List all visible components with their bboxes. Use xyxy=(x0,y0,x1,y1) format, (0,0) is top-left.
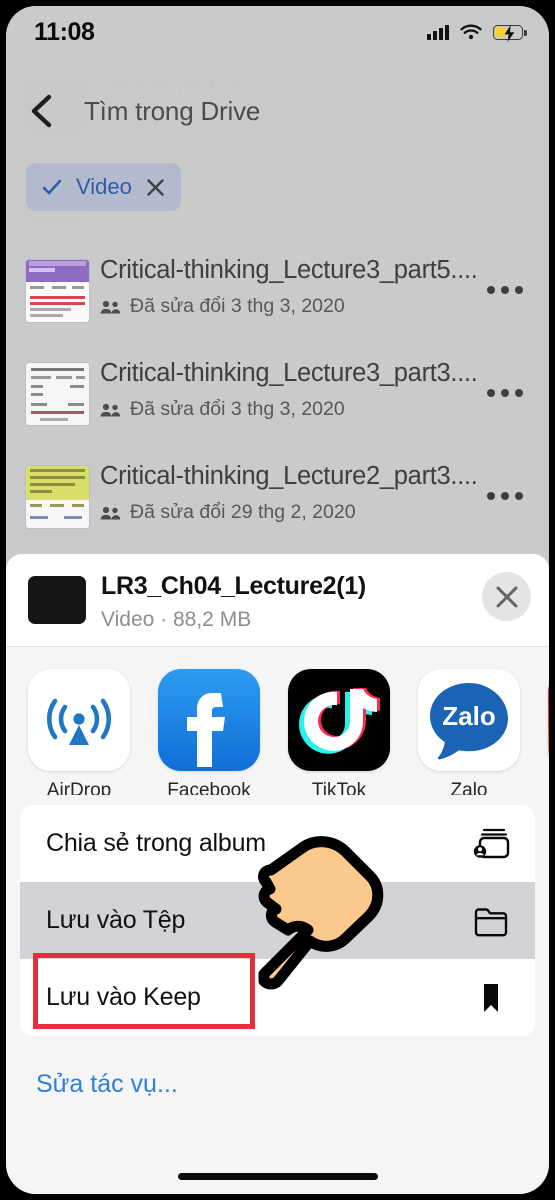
status-bar: 11:08 xyxy=(6,6,549,58)
share-target-label: In xyxy=(548,780,549,795)
share-target-label: Facebook xyxy=(167,780,251,795)
filter-chip-video[interactable]: Video xyxy=(26,163,181,211)
folder-icon xyxy=(471,904,511,938)
svg-text:Zalo: Zalo xyxy=(442,701,495,731)
file-title: Critical-thinking_Lecture3_part5.... xyxy=(100,256,478,284)
close-x-icon[interactable] xyxy=(146,178,165,197)
shared-album-icon xyxy=(471,827,511,861)
file-subtitle: Đã sửa đổi 3 thg 3, 2020 xyxy=(130,295,345,317)
battery-charging-icon xyxy=(493,24,527,42)
home-indicator xyxy=(177,1173,378,1180)
share-sheet-header: LR3_Ch04_Lecture2(1) Video · 88,2 MB xyxy=(6,554,549,646)
file-row[interactable]: Critical-thinking_Lecture3_part3.... Đã … xyxy=(6,341,549,444)
share-target-instagram[interactable]: In xyxy=(548,669,549,795)
action-luu-vao-keep[interactable]: Lưu vào Keep xyxy=(20,959,535,1036)
shared-file-meta: Video · 88,2 MB xyxy=(101,608,252,631)
zalo-icon: Zalo xyxy=(418,669,520,771)
more-options-icon[interactable] xyxy=(487,286,523,294)
more-options-icon[interactable] xyxy=(487,389,523,397)
share-target-airdrop[interactable]: AirDrop xyxy=(28,669,130,795)
search-header: Tìm trong Drive Video xyxy=(6,58,549,230)
file-meta: Đã sửa đổi 3 thg 3, 2020 xyxy=(100,295,345,318)
cellular-signal-icon xyxy=(427,24,449,40)
airdrop-icon xyxy=(28,669,130,771)
share-target-label: Zalo xyxy=(450,780,488,795)
people-shared-icon xyxy=(100,402,122,418)
share-target-label: TikTok xyxy=(311,780,367,795)
file-title: Critical-thinking_Lecture2_part3.... xyxy=(100,462,478,490)
file-subtitle: Đã sửa đổi 3 thg 3, 2020 xyxy=(130,398,345,420)
share-target-tiktok[interactable]: TikTok xyxy=(288,669,390,795)
file-thumbnail xyxy=(26,260,89,322)
status-bar-clock: 11:08 xyxy=(34,17,95,46)
close-x-icon[interactable] xyxy=(482,572,531,621)
file-meta: Đã sửa đổi 29 thg 2, 2020 xyxy=(100,501,356,524)
more-options-icon[interactable] xyxy=(487,492,523,500)
share-sheet: LR3_Ch04_Lecture2(1) Video · 88,2 MB Air… xyxy=(6,554,549,1194)
status-bar-indicators xyxy=(427,24,527,42)
share-target-zalo[interactable]: Zalo Zalo xyxy=(418,669,520,795)
file-title: Critical-thinking_Lecture3_part3.... xyxy=(100,359,478,387)
action-label: Lưu vào Tệp xyxy=(46,906,186,934)
search-results-list: Critical-thinking_Lecture3_part5.... Đã … xyxy=(6,238,549,547)
action-label: Lưu vào Keep xyxy=(46,983,201,1011)
file-subtitle: Đã sửa đổi 29 thg 2, 2020 xyxy=(130,501,356,523)
facebook-icon xyxy=(158,669,260,771)
share-target-label: AirDrop xyxy=(46,780,112,795)
people-shared-icon xyxy=(100,505,122,521)
people-shared-icon xyxy=(100,299,122,315)
check-icon xyxy=(42,177,62,197)
action-label: Chia sẻ trong album xyxy=(46,829,266,857)
file-meta: Đã sửa đổi 3 thg 3, 2020 xyxy=(100,398,345,421)
phone-screen: Ms Project.flv Đã sửa đổi 8 thg 4, 2020 … xyxy=(6,6,549,1194)
wifi-icon xyxy=(460,24,482,40)
file-row[interactable]: Critical-thinking_Lecture2_part3.... Đã … xyxy=(6,444,549,547)
shared-file-title: LR3_Ch04_Lecture2(1) xyxy=(101,572,366,600)
action-luu-vao-tep[interactable]: Lưu vào Tệp xyxy=(20,882,535,959)
file-thumbnail xyxy=(26,466,89,528)
share-action-list: Chia sẻ trong album Lưu vào Tệp Lưu vào … xyxy=(20,805,535,1036)
tiktok-icon xyxy=(288,669,390,771)
edit-actions-link[interactable]: Sửa tác vụ... xyxy=(36,1070,549,1099)
action-chia-se-trong-album[interactable]: Chia sẻ trong album xyxy=(20,805,535,882)
instagram-icon xyxy=(548,669,549,771)
filter-chip-label: Video xyxy=(76,174,132,199)
share-target-facebook[interactable]: Facebook xyxy=(158,669,260,795)
video-thumbnail xyxy=(28,576,86,624)
file-row[interactable]: Critical-thinking_Lecture3_part5.... Đã … xyxy=(6,238,549,341)
back-chevron-icon[interactable] xyxy=(28,94,54,128)
page-title: Tìm trong Drive xyxy=(84,96,261,126)
file-thumbnail xyxy=(26,363,89,425)
share-app-row[interactable]: AirDrop Facebook TikTok Zalo Zalo xyxy=(6,647,549,795)
bookmark-icon xyxy=(471,981,511,1015)
